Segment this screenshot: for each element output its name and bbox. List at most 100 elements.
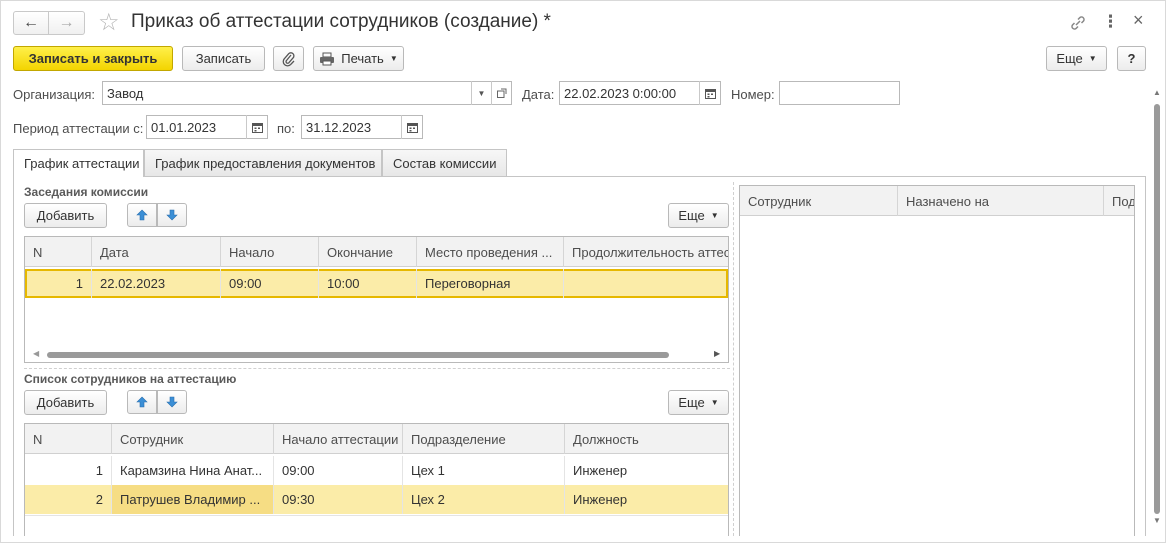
dropdown-arrow-icon: ▼ xyxy=(1088,54,1097,63)
number-field[interactable] xyxy=(779,81,900,105)
table-header: Сотрудник Назначено на Под xyxy=(740,186,1134,216)
arrow-right-icon: → xyxy=(58,14,75,31)
table-cell: 2 xyxy=(25,485,112,514)
sessions-move-down-button[interactable] xyxy=(157,203,187,227)
table-cell: 1 xyxy=(25,456,112,485)
table-cell: 10:00 xyxy=(319,269,417,298)
period-from-field[interactable]: 01.01.2023 xyxy=(146,115,268,139)
org-field[interactable]: Завод ▼ xyxy=(102,81,512,105)
employees-more-button[interactable]: Еще ▼ xyxy=(668,390,729,415)
scroll-right-icon[interactable]: ▶ xyxy=(714,349,720,358)
table-row[interactable]: 1 Карамзина Нина Анат... 09:00 Цех 1 Инж… xyxy=(25,456,728,485)
sessions-move-up-button[interactable] xyxy=(127,203,157,227)
column-header[interactable]: Окончание xyxy=(319,237,417,267)
table-cell: Патрушев Владимир ... xyxy=(112,485,274,514)
arrow-up-icon xyxy=(136,209,148,221)
column-header[interactable]: Сотрудник xyxy=(740,186,898,216)
scrollbar-thumb[interactable] xyxy=(47,352,669,358)
close-icon[interactable]: × xyxy=(1133,10,1144,31)
more-actions-icon[interactable]: ⋮ xyxy=(1102,12,1119,32)
link-icon[interactable] xyxy=(1068,13,1088,33)
scroll-left-icon[interactable]: ◀ xyxy=(33,349,39,358)
forward-button[interactable]: → xyxy=(49,11,85,35)
scrollbar-thumb[interactable] xyxy=(1154,104,1160,514)
table-cell: Инженер xyxy=(573,463,628,478)
date-label: Дата: xyxy=(522,87,555,102)
calendar-icon[interactable] xyxy=(699,81,721,105)
employees-title: Список сотрудников на аттестацию xyxy=(24,372,237,386)
column-header[interactable]: Сотрудник xyxy=(112,424,274,454)
row-separator xyxy=(25,515,728,516)
panel-divider[interactable] xyxy=(733,182,734,536)
period-to-field[interactable]: 31.12.2023 xyxy=(301,115,423,139)
table-row[interactable]: 1 22.02.2023 09:00 10:00 Переговорная xyxy=(25,269,728,298)
column-header[interactable]: Под xyxy=(1104,186,1134,216)
calendar-icon[interactable] xyxy=(246,115,268,139)
employees-add-button[interactable]: Добавить xyxy=(24,390,107,415)
open-icon[interactable] xyxy=(491,81,512,105)
dropdown-arrow-icon: ▼ xyxy=(389,54,398,63)
column-header[interactable]: Назначено на xyxy=(898,186,1104,216)
horizontal-scrollbar[interactable]: ◀ ▶ xyxy=(25,348,728,362)
table-cell: Карамзина Нина Анат... xyxy=(112,456,274,485)
assignments-table[interactable]: Сотрудник Назначено на Под xyxy=(739,185,1135,536)
tab-documents-schedule[interactable]: График предоставления документов xyxy=(144,149,382,176)
column-header[interactable]: N xyxy=(25,424,112,454)
save-button[interactable]: Записать xyxy=(182,46,265,71)
period-label: Период аттестации с: xyxy=(13,121,144,136)
table-cell: 22.02.2023 xyxy=(92,269,221,298)
arrow-down-icon xyxy=(166,209,178,221)
tab-commission[interactable]: Состав комиссии xyxy=(382,149,507,176)
employees-move-down-button[interactable] xyxy=(157,390,187,414)
table-cell: Цех 2 xyxy=(403,485,565,514)
vertical-scrollbar[interactable]: ▲ ▼ xyxy=(1151,88,1163,528)
dropdown-arrow-icon: ▼ xyxy=(710,211,719,220)
sessions-more-button[interactable]: Еще ▼ xyxy=(668,203,729,228)
help-button[interactable]: ? xyxy=(1117,46,1146,71)
sessions-add-button[interactable]: Добавить xyxy=(24,203,107,228)
sessions-title: Заседания комиссии xyxy=(24,185,149,199)
more-button[interactable]: Еще ▼ xyxy=(1046,46,1107,71)
column-header[interactable]: Начало аттестации xyxy=(274,424,403,454)
section-divider xyxy=(24,368,730,369)
column-header[interactable]: Начало xyxy=(221,237,319,267)
table-cell: Цех 1 xyxy=(403,456,565,485)
back-button[interactable]: ← xyxy=(13,11,49,35)
table-cell: 1 xyxy=(25,269,92,298)
date-field[interactable]: 22.02.2023 0:00:00 xyxy=(559,81,721,105)
arrow-up-icon xyxy=(136,396,148,408)
table-header: N Сотрудник Начало аттестации Подразделе… xyxy=(25,424,728,454)
table-cell: Переговорная xyxy=(417,269,564,298)
arrow-down-icon xyxy=(166,396,178,408)
tab-attestation-schedule[interactable]: График аттестации xyxy=(13,149,144,177)
save-and-close-button[interactable]: Записать и закрыть xyxy=(13,46,173,71)
org-label: Организация: xyxy=(13,87,96,102)
column-header[interactable]: Дата xyxy=(92,237,221,267)
column-header[interactable]: Должность xyxy=(565,424,728,454)
dropdown-arrow-icon[interactable]: ▼ xyxy=(471,81,491,105)
arrow-left-icon: ← xyxy=(23,14,39,31)
column-header[interactable]: Продолжительность аттест xyxy=(564,237,728,267)
table-cell xyxy=(564,269,728,298)
print-button[interactable]: Печать ▼ xyxy=(313,46,404,71)
column-header[interactable]: N xyxy=(25,237,92,267)
employees-move-up-button[interactable] xyxy=(127,390,157,414)
table-cell: 09:30 xyxy=(274,485,403,514)
sessions-table[interactable]: N Дата Начало Окончание Место проведения… xyxy=(24,236,729,363)
paperclip-icon xyxy=(282,51,295,67)
attach-button[interactable] xyxy=(273,46,304,71)
calendar-icon[interactable] xyxy=(401,115,423,139)
page-title: Приказ об аттестации сотрудников (создан… xyxy=(131,11,551,32)
favorite-star-icon[interactable]: ☆ xyxy=(98,8,120,37)
scroll-up-icon[interactable]: ▲ xyxy=(1153,88,1161,97)
scroll-down-icon[interactable]: ▼ xyxy=(1153,516,1161,525)
printer-icon xyxy=(320,52,335,65)
table-cell: Инженер xyxy=(573,492,628,507)
column-header[interactable]: Место проведения ... xyxy=(417,237,564,267)
table-cell: 09:00 xyxy=(221,269,319,298)
employees-table[interactable]: N Сотрудник Начало аттестации Подразделе… xyxy=(24,423,729,536)
number-label: Номер: xyxy=(731,87,775,102)
column-header[interactable]: Подразделение xyxy=(403,424,565,454)
table-row[interactable]: 2 Патрушев Владимир ... 09:30 Цех 2 Инже… xyxy=(25,485,728,514)
dropdown-arrow-icon: ▼ xyxy=(710,398,719,407)
